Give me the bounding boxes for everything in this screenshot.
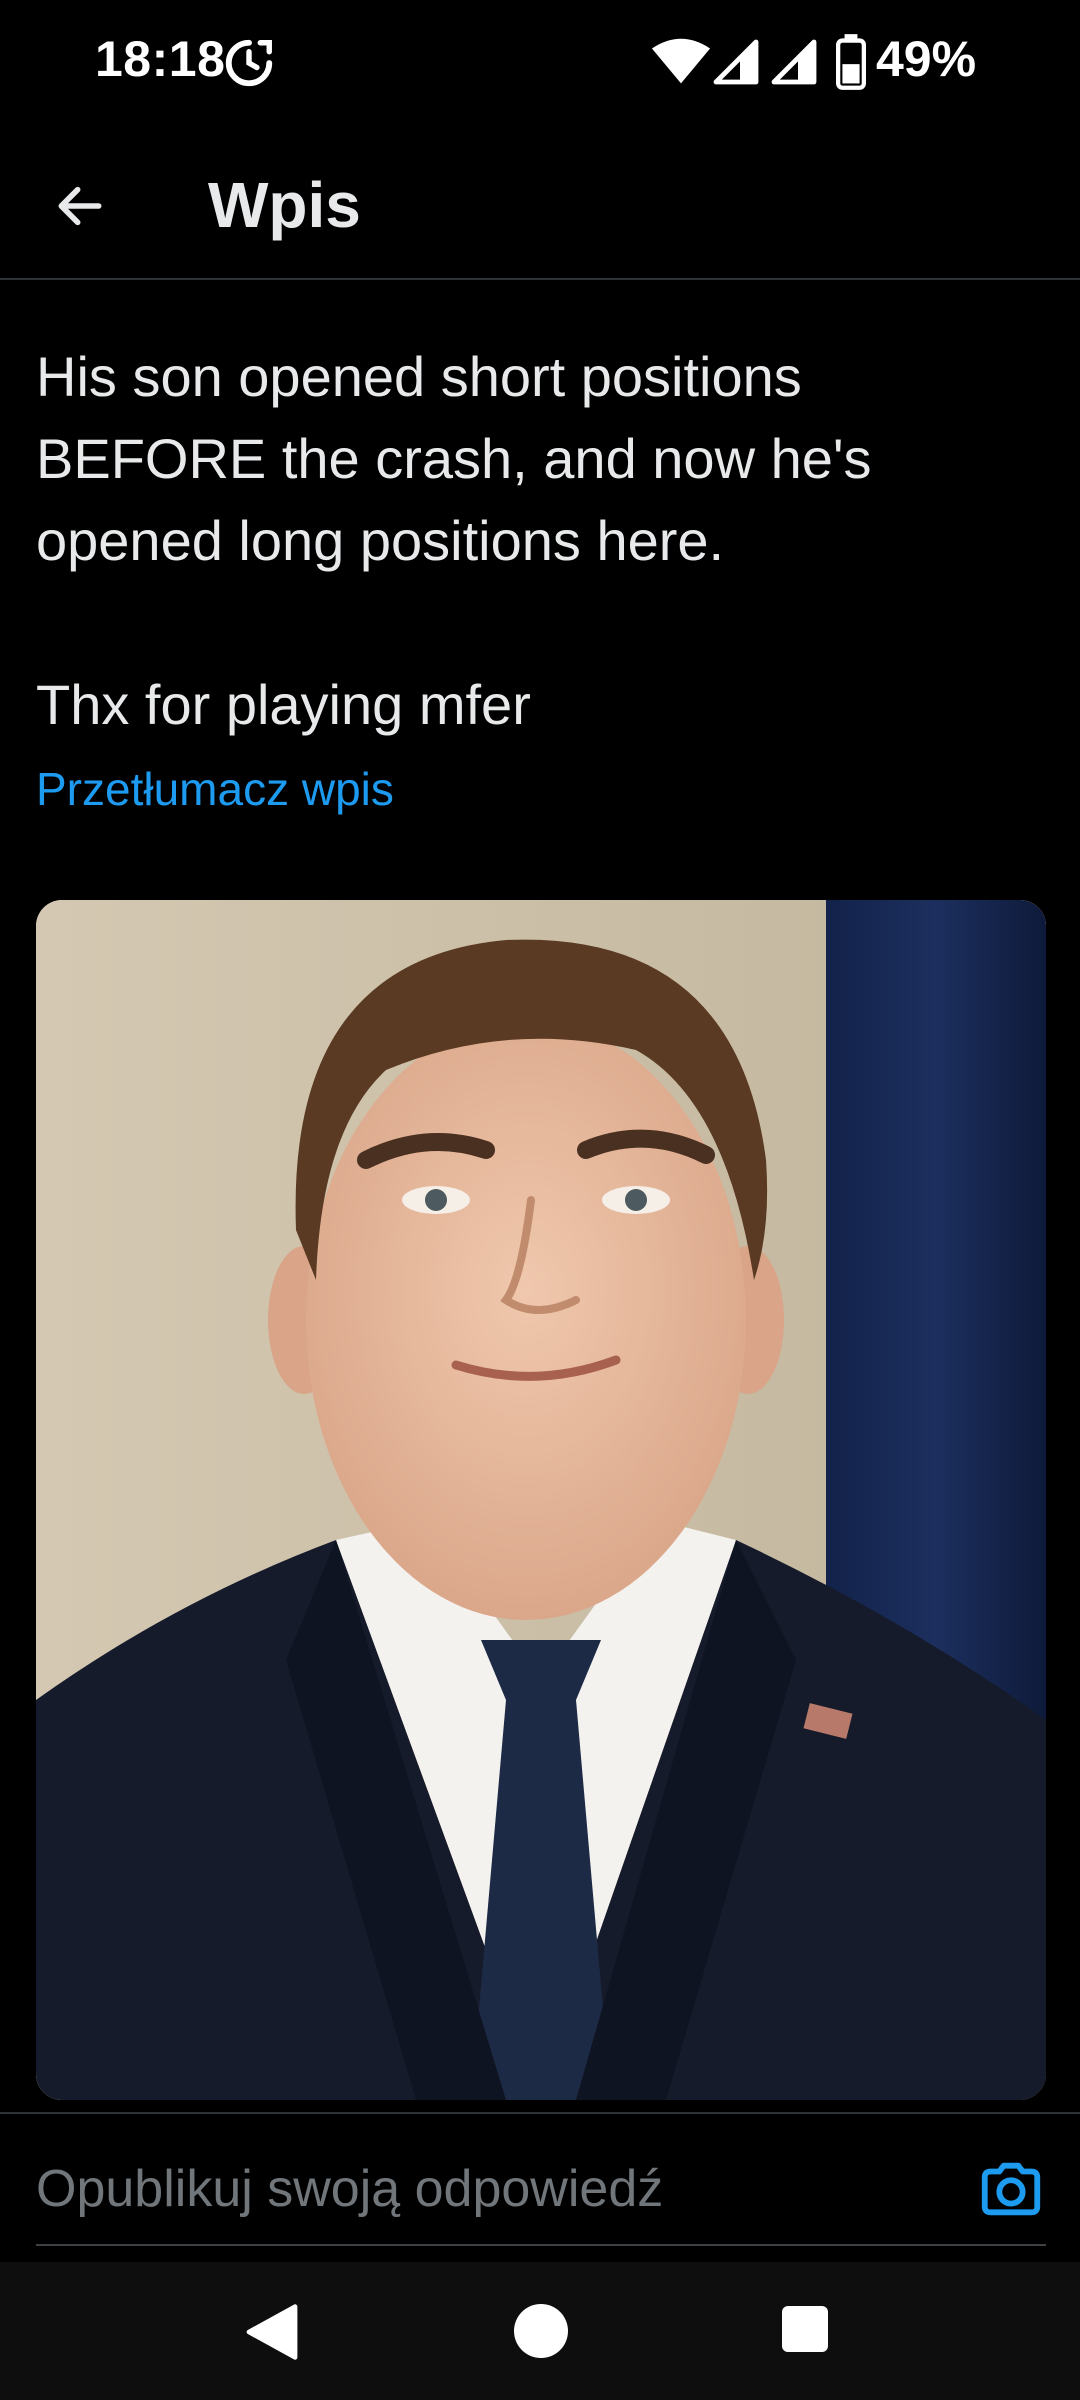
page-title: Wpis: [208, 169, 361, 241]
translate-post-link[interactable]: Przetłumacz wpis: [36, 762, 394, 816]
sync-icon: [225, 39, 273, 87]
square-recents-icon[interactable]: [782, 2306, 828, 2352]
battery-icon: [836, 34, 866, 90]
reply-underline: [36, 2244, 1046, 2246]
battery-percentage: 49%: [876, 31, 977, 87]
post-image[interactable]: [36, 900, 1046, 2100]
status-bar: 18:18 49%: [0, 0, 1080, 120]
circle-home-icon[interactable]: [514, 2304, 568, 2358]
wifi-icon: [651, 38, 711, 84]
signal-icon: [771, 39, 817, 85]
triangle-back-icon[interactable]: [244, 2302, 300, 2362]
arrow-left-icon: [58, 186, 102, 226]
camera-icon[interactable]: [976, 2154, 1046, 2224]
top-app-bar: Wpis: [0, 140, 1080, 280]
post-text: His son opened short positions BEFORE th…: [36, 345, 872, 736]
signal-icon: [713, 39, 759, 85]
reply-bar: [0, 2112, 1080, 2260]
reply-input[interactable]: [36, 2154, 936, 2224]
status-time: 18:18: [95, 31, 226, 87]
system-nav-bar: [0, 2262, 1080, 2400]
back-button[interactable]: [44, 170, 116, 242]
post-screen: 18:18 49% Wpis His son opened short posi…: [0, 0, 1080, 2400]
post-photo: [36, 900, 1046, 2100]
